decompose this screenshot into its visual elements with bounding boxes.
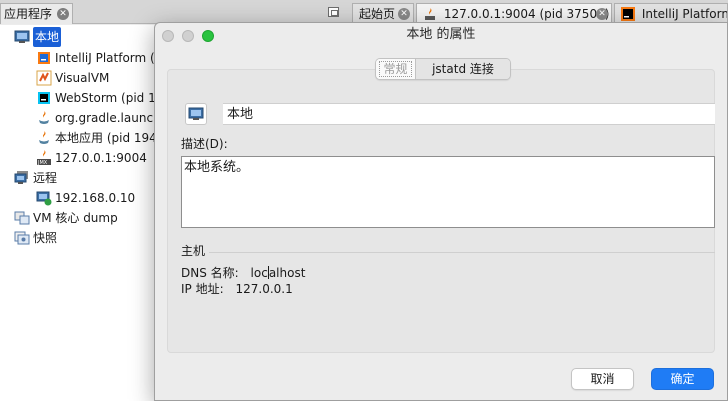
svg-text:JMX: JMX <box>37 160 48 166</box>
tree-item-label: VM 核心 dump <box>33 211 118 225</box>
tree-item-label: org.gradle.launche <box>55 111 169 125</box>
tab-intellij-platform-label: IntelliJ Platform (p <box>641 7 728 21</box>
dns-value-part-2: alhost <box>268 266 306 280</box>
minimize-window-icon[interactable] <box>182 30 194 42</box>
remote-computer-icon <box>14 171 28 184</box>
webstorm-icon <box>38 92 50 104</box>
coredump-icon <box>14 211 30 225</box>
display-name-value: 本地 <box>227 107 254 122</box>
ip-address-row: IP 地址: 127.0.0.1 <box>181 281 293 297</box>
tree-item-label: WebStorm (pid 16 <box>55 91 164 105</box>
dialog-title: 本地 的属性 <box>406 27 476 42</box>
intellij-icon <box>38 52 50 64</box>
cancel-button[interactable]: 取消 <box>571 368 634 390</box>
tab-intellij-platform[interactable]: IntelliJ Platform (p <box>614 3 728 24</box>
tree-item-label: IntelliJ Platform (pi <box>55 51 166 65</box>
tab-jstatd-connection[interactable]: jstatd 连接 <box>416 59 510 79</box>
dns-name-row: DNS 名称: localhost <box>181 265 305 281</box>
tab-start-page[interactable]: 起始页 ✕ <box>352 3 414 24</box>
java-icon <box>39 131 49 144</box>
properties-dialog: 本地 的属性 常规 jstatd 连接 本地 描述(D): 本地系统。 主机 D… <box>154 22 728 401</box>
dialog-tabs: 常规 jstatd 连接 <box>375 58 511 80</box>
tree-item-label: 192.168.0.10 <box>55 191 136 205</box>
tab-applications[interactable]: 应用程序 ✕ <box>0 3 74 24</box>
tab-general-label: 常规 <box>379 61 412 77</box>
tree-item-label: 快照 <box>33 231 58 245</box>
tab-applications-label: 应用程序 <box>4 7 53 21</box>
tree-item-label: 127.0.0.1:9004 <box>55 151 147 165</box>
close-icon[interactable]: ✕ <box>596 8 608 20</box>
right-tab-bar: 起始页 ✕ 127.0.0.1:9004 (pid 37503) ✕ Intel… <box>346 0 728 24</box>
dns-name-label: DNS 名称: <box>181 266 239 280</box>
description-label: 描述(D): <box>181 137 228 151</box>
zoom-window-icon[interactable] <box>202 30 214 42</box>
computer-icon <box>188 107 204 120</box>
close-icon[interactable]: ✕ <box>57 8 70 20</box>
dialog-titlebar: 本地 的属性 <box>155 23 727 49</box>
restore-window-icon[interactable] <box>328 7 339 17</box>
tree-item-label: VisualVM <box>55 71 110 85</box>
left-tab-bar: 应用程序 ✕ <box>0 0 346 24</box>
intellij-icon <box>621 7 635 21</box>
ip-address-label: IP 地址: <box>181 282 224 296</box>
tab-jmx-connection[interactable]: 127.0.0.1:9004 (pid 37503) ✕ <box>416 3 612 24</box>
computer-icon <box>14 30 30 43</box>
host-section-divider <box>209 252 715 253</box>
jmx-icon <box>425 8 435 20</box>
close-icon[interactable]: ✕ <box>398 8 410 20</box>
ip-address-value: 127.0.0.1 <box>235 282 293 296</box>
dns-value-part-1: loc <box>250 266 268 280</box>
visualvm-icon <box>36 70 52 86</box>
close-window-icon[interactable] <box>162 30 174 42</box>
remote-host-icon <box>36 191 52 206</box>
tab-jmx-connection-label: 127.0.0.1:9004 (pid 37503) <box>443 7 610 21</box>
jmx-icon: JMX <box>37 150 51 166</box>
tree-item-label: 本地 <box>33 27 62 47</box>
host-section-title: 主机 <box>181 244 206 258</box>
host-icon-button[interactable] <box>185 103 207 125</box>
tab-general[interactable]: 常规 <box>376 59 416 79</box>
tree-item-label: 远程 <box>33 171 58 185</box>
display-name-field[interactable]: 本地 <box>223 103 715 125</box>
description-textarea[interactable]: 本地系统。 <box>181 156 715 228</box>
dns-name-value[interactable]: localhost <box>250 265 306 281</box>
tab-jstatd-label: jstatd 连接 <box>432 62 494 76</box>
tab-start-page-label: 起始页 <box>359 7 396 21</box>
ok-button[interactable]: 确定 <box>651 368 714 390</box>
java-icon <box>39 111 49 124</box>
tree-item-label: 本地应用 (pid 194 <box>55 131 157 145</box>
snapshot-icon <box>14 231 30 245</box>
